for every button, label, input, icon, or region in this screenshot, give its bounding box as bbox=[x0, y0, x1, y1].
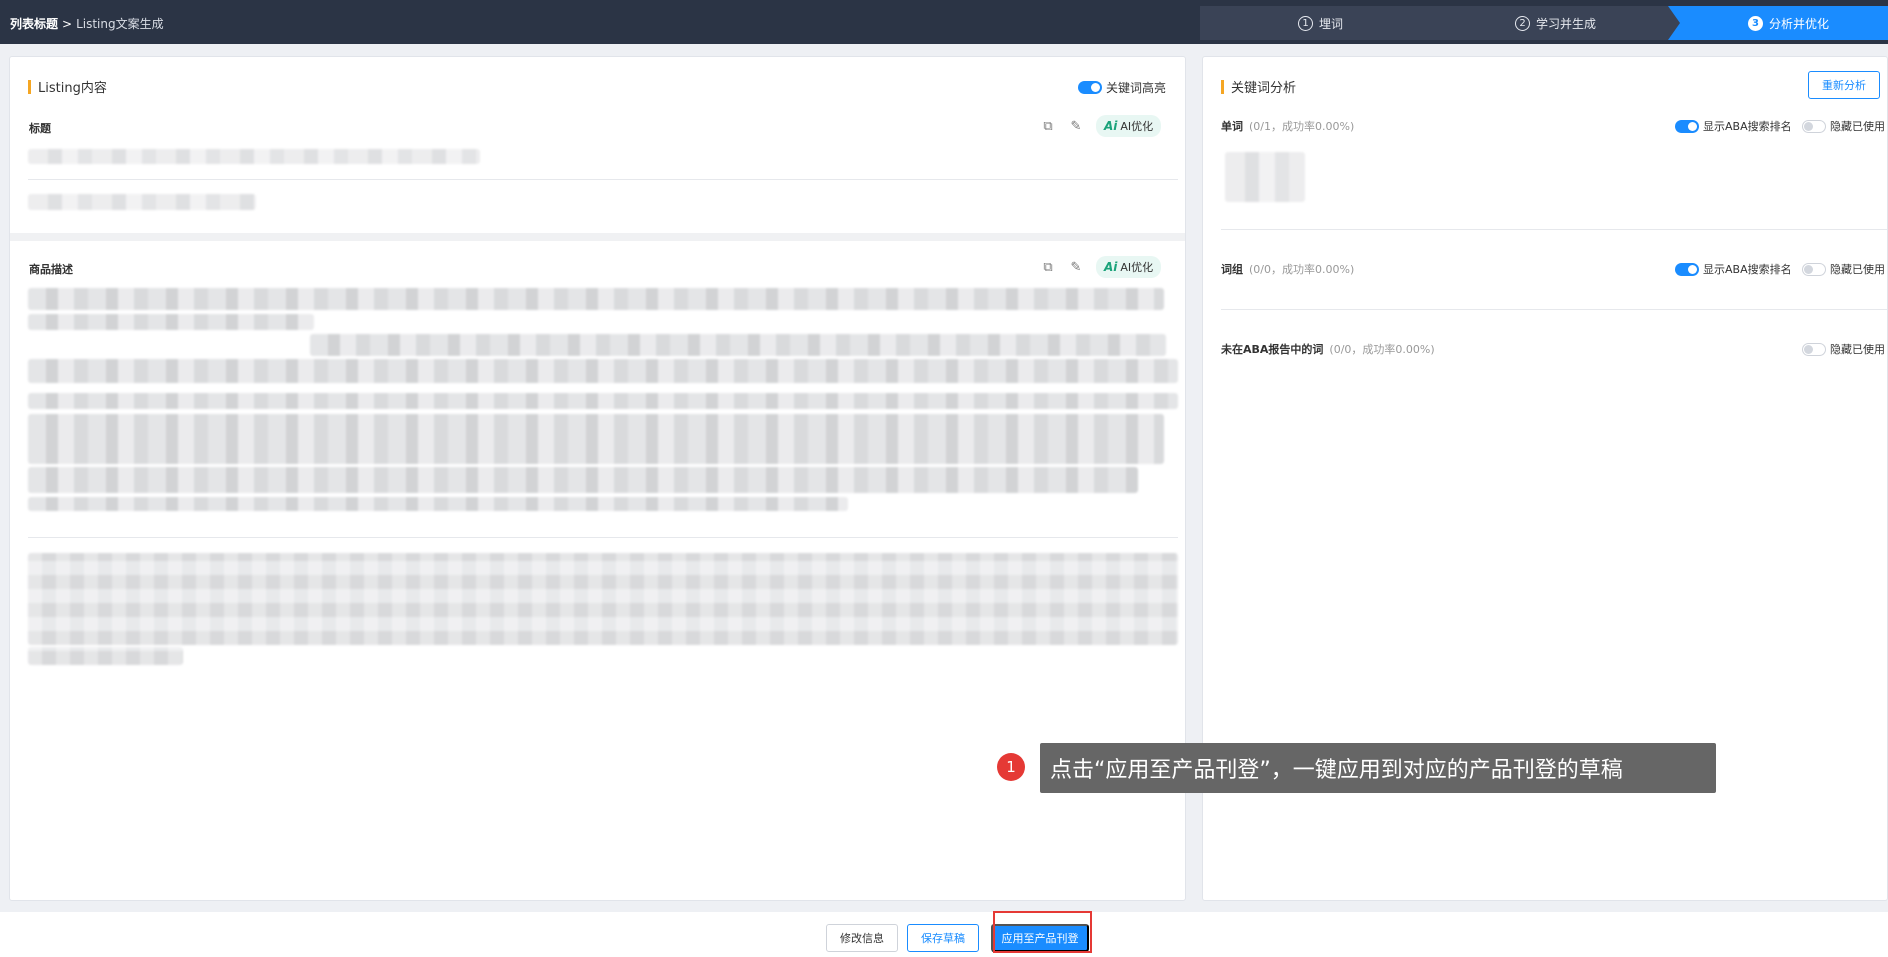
listing-content-title: Listing内容 bbox=[28, 77, 107, 96]
section-gap bbox=[10, 233, 1185, 241]
step-label: 埋词 bbox=[1319, 16, 1344, 31]
blurred-description-line bbox=[28, 393, 1178, 409]
blurred-description-block bbox=[28, 414, 1164, 464]
reanalyze-button[interactable]: 重新分析 bbox=[1808, 71, 1880, 99]
keyword-highlight-toggle[interactable]: 关键词高亮 bbox=[1078, 79, 1166, 96]
save-draft-button[interactable]: 保存草稿 bbox=[907, 924, 979, 952]
ai-optimize-button[interactable]: Ai AI优化 bbox=[1096, 115, 1162, 137]
breadcrumb-current: Listing文案生成 bbox=[76, 17, 164, 31]
step-indicator: 1 埋词 2 学习并生成 3 分析并优化 bbox=[1200, 6, 1888, 40]
blurred-description-line bbox=[28, 647, 183, 665]
step-number-1: 1 bbox=[1298, 15, 1313, 31]
show-aba-rank-label: 显示ABA搜索排名 bbox=[1703, 120, 1792, 133]
blurred-description-line bbox=[310, 334, 1166, 356]
footer-bar: 修改信息 保存草稿 应用至产品刊登 bbox=[0, 912, 1888, 957]
edit-icon[interactable]: ✎ bbox=[1068, 119, 1084, 134]
toggle-switch[interactable] bbox=[1802, 342, 1826, 356]
title-field-tools: ⧉ ✎ Ai AI优化 bbox=[1040, 115, 1162, 137]
blurred-title-text[interactable] bbox=[28, 149, 480, 164]
phrases-label: 词组 bbox=[1221, 263, 1243, 276]
annotation-step-number: 1 bbox=[997, 753, 1025, 781]
blurred-keyword-chip[interactable] bbox=[1225, 152, 1305, 202]
hide-used-toggle[interactable]: 隐藏已使用 bbox=[1802, 118, 1885, 134]
hide-used-toggle[interactable]: 隐藏已使用 bbox=[1802, 341, 1885, 357]
phrases-stat: (0/0，成功率0.00%) bbox=[1249, 263, 1355, 276]
hide-used-label: 隐藏已使用 bbox=[1830, 120, 1885, 133]
keyword-highlight-label: 关键词高亮 bbox=[1106, 81, 1167, 95]
blurred-description-line bbox=[28, 314, 314, 330]
breadcrumb: 列表标题 > Listing文案生成 bbox=[10, 15, 164, 32]
ai-optimize-button[interactable]: Ai AI优化 bbox=[1096, 256, 1162, 278]
keyword-analysis-title: 关键词分析 bbox=[1221, 77, 1296, 96]
edit-icon[interactable]: ✎ bbox=[1068, 260, 1084, 275]
not-in-aba-label: 未在ABA报告中的词 bbox=[1221, 343, 1324, 356]
ai-icon: Ai bbox=[1104, 260, 1118, 274]
step-learn-generate[interactable]: 2 学习并生成 bbox=[1515, 6, 1596, 40]
single-words-header: 单词 (0/1，成功率0.00%) bbox=[1221, 118, 1354, 134]
top-bar: 列表标题 > Listing文案生成 1 埋词 2 学习并生成 3 分析并优化 bbox=[0, 0, 1888, 44]
blurred-description-block bbox=[28, 553, 1178, 645]
hide-used-label: 隐藏已使用 bbox=[1830, 263, 1885, 276]
edit-info-button[interactable]: 修改信息 bbox=[826, 924, 898, 952]
step-analyze-optimize[interactable]: 3 分析并优化 bbox=[1748, 6, 1829, 40]
title-field-label: 标题 bbox=[29, 122, 51, 135]
single-words-label: 单词 bbox=[1221, 120, 1243, 133]
description-field-tools: ⧉ ✎ Ai AI优化 bbox=[1040, 256, 1162, 278]
show-aba-rank-label: 显示ABA搜索排名 bbox=[1703, 263, 1792, 276]
toggle-switch[interactable] bbox=[1675, 262, 1699, 276]
single-words-stat: (0/1，成功率0.00%) bbox=[1249, 120, 1355, 133]
breadcrumb-root[interactable]: 列表标题 bbox=[10, 17, 58, 31]
show-aba-rank-toggle[interactable]: 显示ABA搜索排名 bbox=[1675, 118, 1792, 134]
hide-used-label: 隐藏已使用 bbox=[1830, 343, 1885, 356]
not-in-aba-header: 未在ABA报告中的词 (0/0，成功率0.00%) bbox=[1221, 341, 1435, 357]
blurred-description-line bbox=[28, 359, 1178, 383]
step-number-2: 2 bbox=[1515, 15, 1530, 31]
toggle-switch[interactable] bbox=[1675, 119, 1699, 133]
step-label: 分析并优化 bbox=[1769, 16, 1830, 31]
divider bbox=[28, 179, 1178, 180]
blurred-description-line bbox=[28, 497, 848, 511]
copy-icon[interactable]: ⧉ bbox=[1040, 260, 1056, 275]
divider bbox=[28, 537, 1178, 538]
description-field-label: 商品描述 bbox=[29, 263, 73, 276]
copy-icon[interactable]: ⧉ bbox=[1040, 119, 1056, 134]
annotation-tooltip: 点击“应用至产品刊登”，一键应用到对应的产品刊登的草稿 bbox=[1040, 743, 1716, 793]
annotation-highlight-box bbox=[993, 911, 1092, 953]
blurred-subtitle-text[interactable] bbox=[28, 194, 256, 210]
step-number-3: 3 bbox=[1748, 15, 1763, 31]
phrases-header: 词组 (0/0，成功率0.00%) bbox=[1221, 261, 1354, 277]
ai-optimize-label: AI优化 bbox=[1120, 120, 1154, 133]
not-in-aba-stat: (0/0，成功率0.00%) bbox=[1329, 343, 1435, 356]
hide-used-toggle[interactable]: 隐藏已使用 bbox=[1802, 261, 1885, 277]
step-label: 学习并生成 bbox=[1536, 16, 1597, 31]
ai-optimize-label: AI优化 bbox=[1120, 261, 1154, 274]
blurred-description-line bbox=[28, 467, 1138, 493]
divider bbox=[1221, 229, 1887, 230]
blurred-description-line bbox=[28, 288, 1164, 310]
breadcrumb-separator: > bbox=[62, 17, 73, 31]
step-bury-words[interactable]: 1 埋词 bbox=[1298, 6, 1343, 40]
toggle-switch[interactable] bbox=[1078, 81, 1102, 94]
ai-icon: Ai bbox=[1104, 119, 1118, 133]
toggle-switch[interactable] bbox=[1802, 262, 1826, 276]
toggle-switch[interactable] bbox=[1802, 119, 1826, 133]
show-aba-rank-toggle[interactable]: 显示ABA搜索排名 bbox=[1675, 261, 1792, 277]
divider bbox=[1221, 309, 1887, 310]
